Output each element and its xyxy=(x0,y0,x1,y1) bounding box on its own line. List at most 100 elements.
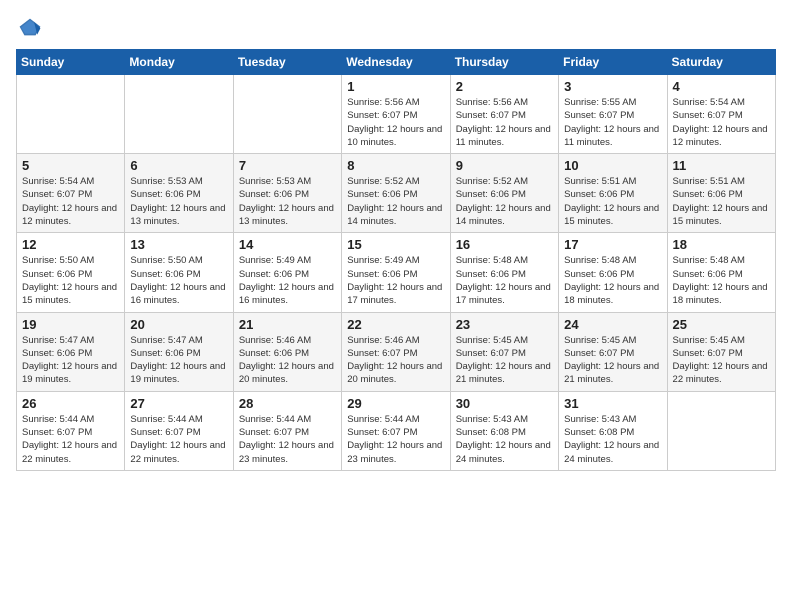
calendar-cell: 14 Sunrise: 5:49 AM Sunset: 6:06 PM Dayli… xyxy=(233,233,341,312)
day-info: Sunrise: 5:44 AM Sunset: 6:07 PM Dayligh… xyxy=(22,413,119,466)
day-info: Sunrise: 5:56 AM Sunset: 6:07 PM Dayligh… xyxy=(456,96,553,149)
page-container: SundayMondayTuesdayWednesdayThursdayFrid… xyxy=(0,0,792,483)
day-info: Sunrise: 5:43 AM Sunset: 6:08 PM Dayligh… xyxy=(564,413,661,466)
day-number: 28 xyxy=(239,396,336,411)
day-info: Sunrise: 5:51 AM Sunset: 6:06 PM Dayligh… xyxy=(564,175,661,228)
day-number: 1 xyxy=(347,79,444,94)
day-number: 30 xyxy=(456,396,553,411)
calendar-cell: 3 Sunrise: 5:55 AM Sunset: 6:07 PM Daylig… xyxy=(559,75,667,154)
day-info: Sunrise: 5:55 AM Sunset: 6:07 PM Dayligh… xyxy=(564,96,661,149)
day-info: Sunrise: 5:50 AM Sunset: 6:06 PM Dayligh… xyxy=(22,254,119,307)
day-number: 26 xyxy=(22,396,119,411)
calendar-week-row: 1 Sunrise: 5:56 AM Sunset: 6:07 PM Daylig… xyxy=(17,75,776,154)
day-info: Sunrise: 5:44 AM Sunset: 6:07 PM Dayligh… xyxy=(347,413,444,466)
day-info: Sunrise: 5:53 AM Sunset: 6:06 PM Dayligh… xyxy=(130,175,227,228)
day-number: 15 xyxy=(347,237,444,252)
day-info: Sunrise: 5:49 AM Sunset: 6:06 PM Dayligh… xyxy=(347,254,444,307)
calendar-cell: 1 Sunrise: 5:56 AM Sunset: 6:07 PM Daylig… xyxy=(342,75,450,154)
day-info: Sunrise: 5:54 AM Sunset: 6:07 PM Dayligh… xyxy=(22,175,119,228)
day-number: 22 xyxy=(347,317,444,332)
day-info: Sunrise: 5:46 AM Sunset: 6:06 PM Dayligh… xyxy=(239,334,336,387)
day-info: Sunrise: 5:48 AM Sunset: 6:06 PM Dayligh… xyxy=(673,254,770,307)
calendar-cell: 17 Sunrise: 5:48 AM Sunset: 6:06 PM Dayli… xyxy=(559,233,667,312)
logo-icon xyxy=(18,17,42,37)
calendar-cell: 20Sunrise: 5:47 AM Sunset: 6:06 PM Dayli… xyxy=(125,312,233,391)
day-number: 23 xyxy=(456,317,553,332)
day-number: 24 xyxy=(564,317,661,332)
weekday-header-saturday: Saturday xyxy=(667,50,775,75)
day-info: Sunrise: 5:44 AM Sunset: 6:07 PM Dayligh… xyxy=(130,413,227,466)
calendar-week-row: 12 Sunrise: 5:50 AM Sunset: 6:06 PM Dayli… xyxy=(17,233,776,312)
day-info: Sunrise: 5:45 AM Sunset: 6:07 PM Dayligh… xyxy=(564,334,661,387)
calendar-cell: 18 Sunrise: 5:48 AM Sunset: 6:06 PM Dayli… xyxy=(667,233,775,312)
day-number: 10 xyxy=(564,158,661,173)
day-info: Sunrise: 5:49 AM Sunset: 6:06 PM Dayligh… xyxy=(239,254,336,307)
logo xyxy=(16,16,42,37)
calendar-cell: 25 Sunrise: 5:45 AM Sunset: 6:07 PM Dayli… xyxy=(667,312,775,391)
day-number: 31 xyxy=(564,396,661,411)
calendar-cell: 24 Sunrise: 5:45 AM Sunset: 6:07 PM Dayli… xyxy=(559,312,667,391)
calendar-cell: 16Sunrise: 5:48 AM Sunset: 6:06 PM Dayli… xyxy=(450,233,558,312)
day-number: 4 xyxy=(673,79,770,94)
calendar-cell xyxy=(17,75,125,154)
day-number: 19 xyxy=(22,317,119,332)
day-number: 3 xyxy=(564,79,661,94)
calendar-cell: 22 Sunrise: 5:46 AM Sunset: 6:07 PM Dayli… xyxy=(342,312,450,391)
calendar-cell: 5 Sunrise: 5:54 AM Sunset: 6:07 PM Daylig… xyxy=(17,154,125,233)
weekday-header-thursday: Thursday xyxy=(450,50,558,75)
day-info: Sunrise: 5:45 AM Sunset: 6:07 PM Dayligh… xyxy=(456,334,553,387)
day-number: 12 xyxy=(22,237,119,252)
weekday-header-friday: Friday xyxy=(559,50,667,75)
day-info: Sunrise: 5:50 AM Sunset: 6:06 PM Dayligh… xyxy=(130,254,227,307)
calendar-cell: 19 Sunrise: 5:47 AM Sunset: 6:06 PM Dayli… xyxy=(17,312,125,391)
day-info: Sunrise: 5:52 AM Sunset: 6:06 PM Dayligh… xyxy=(347,175,444,228)
day-number: 21 xyxy=(239,317,336,332)
day-number: 27 xyxy=(130,396,227,411)
day-info: Sunrise: 5:46 AM Sunset: 6:07 PM Dayligh… xyxy=(347,334,444,387)
calendar-cell: 29 Sunrise: 5:44 AM Sunset: 6:07 PM Dayli… xyxy=(342,391,450,470)
day-info: Sunrise: 5:44 AM Sunset: 6:07 PM Dayligh… xyxy=(239,413,336,466)
day-number: 13 xyxy=(130,237,227,252)
day-info: Sunrise: 5:45 AM Sunset: 6:07 PM Dayligh… xyxy=(673,334,770,387)
calendar-cell: 12 Sunrise: 5:50 AM Sunset: 6:06 PM Dayli… xyxy=(17,233,125,312)
day-number: 7 xyxy=(239,158,336,173)
day-number: 2 xyxy=(456,79,553,94)
calendar-cell: 9 Sunrise: 5:52 AM Sunset: 6:06 PM Daylig… xyxy=(450,154,558,233)
calendar-cell: 30 Sunrise: 5:43 AM Sunset: 6:08 PM Dayli… xyxy=(450,391,558,470)
calendar-cell: 10 Sunrise: 5:51 AM Sunset: 6:06 PM Dayli… xyxy=(559,154,667,233)
calendar-cell xyxy=(125,75,233,154)
calendar-cell: 7 Sunrise: 5:53 AM Sunset: 6:06 PM Daylig… xyxy=(233,154,341,233)
day-info: Sunrise: 5:48 AM Sunset: 6:06 PM Dayligh… xyxy=(564,254,661,307)
weekday-header-wednesday: Wednesday xyxy=(342,50,450,75)
calendar-cell: 26 Sunrise: 5:44 AM Sunset: 6:07 PM Dayli… xyxy=(17,391,125,470)
day-number: 5 xyxy=(22,158,119,173)
calendar-cell: 4 Sunrise: 5:54 AM Sunset: 6:07 PM Daylig… xyxy=(667,75,775,154)
calendar-cell: 23 Sunrise: 5:45 AM Sunset: 6:07 PM Dayli… xyxy=(450,312,558,391)
day-number: 9 xyxy=(456,158,553,173)
calendar-cell: 31 Sunrise: 5:43 AM Sunset: 6:08 PM Dayli… xyxy=(559,391,667,470)
day-info: Sunrise: 5:47 AM Sunset: 6:06 PM Dayligh… xyxy=(22,334,119,387)
calendar-week-row: 5 Sunrise: 5:54 AM Sunset: 6:07 PM Daylig… xyxy=(17,154,776,233)
day-number: 14 xyxy=(239,237,336,252)
day-number: 16 xyxy=(456,237,553,252)
calendar-cell: 2 Sunrise: 5:56 AM Sunset: 6:07 PM Daylig… xyxy=(450,75,558,154)
day-info: Sunrise: 5:56 AM Sunset: 6:07 PM Dayligh… xyxy=(347,96,444,149)
calendar-week-row: 26 Sunrise: 5:44 AM Sunset: 6:07 PM Dayli… xyxy=(17,391,776,470)
day-number: 29 xyxy=(347,396,444,411)
day-info: Sunrise: 5:54 AM Sunset: 6:07 PM Dayligh… xyxy=(673,96,770,149)
weekday-header-sunday: Sunday xyxy=(17,50,125,75)
day-info: Sunrise: 5:53 AM Sunset: 6:06 PM Dayligh… xyxy=(239,175,336,228)
day-number: 18 xyxy=(673,237,770,252)
weekday-header-row: SundayMondayTuesdayWednesdayThursdayFrid… xyxy=(17,50,776,75)
day-number: 17 xyxy=(564,237,661,252)
calendar-cell xyxy=(233,75,341,154)
day-info: Sunrise: 5:52 AM Sunset: 6:06 PM Dayligh… xyxy=(456,175,553,228)
calendar-cell: 28 Sunrise: 5:44 AM Sunset: 6:07 PM Dayli… xyxy=(233,391,341,470)
calendar-cell: 13 Sunrise: 5:50 AM Sunset: 6:06 PM Dayli… xyxy=(125,233,233,312)
calendar-cell: 21 Sunrise: 5:46 AM Sunset: 6:06 PM Dayli… xyxy=(233,312,341,391)
calendar-cell: 8Sunrise: 5:52 AM Sunset: 6:06 PM Daylig… xyxy=(342,154,450,233)
day-number: 11 xyxy=(673,158,770,173)
day-number: 25 xyxy=(673,317,770,332)
day-info: Sunrise: 5:43 AM Sunset: 6:08 PM Dayligh… xyxy=(456,413,553,466)
calendar-cell: 6Sunrise: 5:53 AM Sunset: 6:06 PM Daylig… xyxy=(125,154,233,233)
